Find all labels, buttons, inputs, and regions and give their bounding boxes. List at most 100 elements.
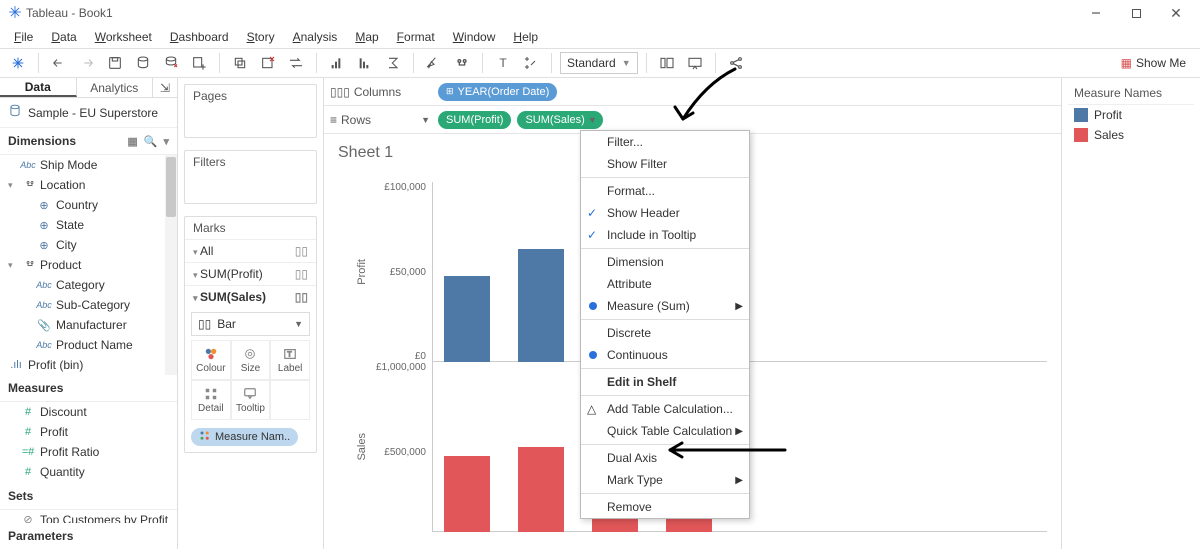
ctx-remove[interactable]: Remove xyxy=(581,496,749,518)
search-icon[interactable]: 🔍 xyxy=(144,135,158,148)
ctx-attribute[interactable]: Attribute xyxy=(581,273,749,295)
new-data-source-icon[interactable] xyxy=(131,51,155,75)
close-button[interactable]: ✕ xyxy=(1156,0,1196,26)
ctx-dual-axis[interactable]: Dual Axis xyxy=(581,447,749,469)
dim-city[interactable]: ⊕City xyxy=(0,235,177,255)
mark-type-dropdown[interactable]: ▯▯Bar▼ xyxy=(191,312,310,336)
new-worksheet-icon[interactable] xyxy=(187,51,211,75)
marks-sum-sales[interactable]: ▾ SUM(Sales)▯▯ xyxy=(185,285,316,308)
fix-axes-icon[interactable] xyxy=(519,51,543,75)
minimize-button[interactable] xyxy=(1076,0,1116,26)
dim-product[interactable]: ▾Product xyxy=(0,255,177,275)
tab-data[interactable]: Data xyxy=(0,78,77,97)
menu-format[interactable]: Format xyxy=(389,28,443,46)
legend-item-profit[interactable]: Profit xyxy=(1068,105,1194,125)
ctx-mark-type[interactable]: Mark Type▶ xyxy=(581,469,749,491)
tableau-logo-icon[interactable] xyxy=(6,51,30,75)
dim-manufacturer[interactable]: 📎Manufacturer xyxy=(0,315,177,335)
axis-profit-label[interactable]: Profit xyxy=(356,259,368,285)
tab-analytics[interactable]: Analytics xyxy=(77,78,154,97)
duplicate-icon[interactable] xyxy=(228,51,252,75)
menu-map[interactable]: Map xyxy=(347,28,386,46)
ctx-discrete[interactable]: Discrete xyxy=(581,322,749,344)
ctx-add-table-calc[interactable]: △Add Table Calculation... xyxy=(581,398,749,420)
pill-sum-profit[interactable]: SUM(Profit) xyxy=(438,111,511,129)
ctx-include-tooltip[interactable]: ✓Include in Tooltip xyxy=(581,224,749,246)
marks-size[interactable]: Size xyxy=(231,340,271,380)
undo-icon[interactable] xyxy=(47,51,71,75)
fit-dropdown[interactable]: Standard▼ xyxy=(560,52,638,74)
pill-measure-names[interactable]: Measure Nam.. xyxy=(191,428,298,446)
menu-icon[interactable]: ▾ xyxy=(163,135,169,148)
marks-detail[interactable]: Detail xyxy=(191,380,231,420)
legend-item-sales[interactable]: Sales xyxy=(1068,125,1194,145)
highlight-icon[interactable] xyxy=(422,51,446,75)
clear-sheet-icon[interactable] xyxy=(256,51,280,75)
toolbar: T Standard▼ ▦Show Me xyxy=(0,48,1200,78)
ctx-format[interactable]: Format... xyxy=(581,180,749,202)
ctx-quick-table-calc[interactable]: Quick Table Calculation▶ xyxy=(581,420,749,442)
pages-shelf[interactable]: Pages xyxy=(185,85,316,107)
menu-help[interactable]: Help xyxy=(505,28,546,46)
meas-profit-ratio[interactable]: =#Profit Ratio xyxy=(0,442,177,462)
marks-all[interactable]: ▾ All▯▯ xyxy=(185,239,316,262)
list-view-icon[interactable]: ▦ xyxy=(127,135,137,148)
show-me-button[interactable]: ▦Show Me xyxy=(1113,56,1194,70)
meas-discount[interactable]: #Discount xyxy=(0,402,177,422)
menu-story[interactable]: Story xyxy=(239,28,283,46)
axis-sales-label[interactable]: Sales xyxy=(356,433,368,461)
marks-label[interactable]: TLabel xyxy=(270,340,310,380)
dim-category[interactable]: AbcCategory xyxy=(0,275,177,295)
swap-icon[interactable] xyxy=(284,51,308,75)
ctx-measure-sum[interactable]: Measure (Sum)▶ xyxy=(581,295,749,317)
marks-tooltip[interactable]: Tooltip xyxy=(231,380,271,420)
menu-file[interactable]: File xyxy=(6,28,41,46)
ctx-dimension[interactable]: Dimension xyxy=(581,251,749,273)
datasource-row[interactable]: Sample - EU Superstore xyxy=(0,98,177,128)
show-mark-labels-icon[interactable]: T xyxy=(491,51,515,75)
group-icon[interactable] xyxy=(450,51,474,75)
dim-product-name[interactable]: AbcProduct Name xyxy=(0,335,177,355)
dim-location[interactable]: ▾Location xyxy=(0,175,177,195)
marks-colour[interactable]: Colour xyxy=(191,340,231,380)
ctx-filter[interactable]: Filter... xyxy=(581,131,749,153)
filters-shelf[interactable]: Filters xyxy=(185,151,316,173)
set-icon: ⊘ xyxy=(20,513,36,523)
dim-country[interactable]: ⊕Country xyxy=(0,195,177,215)
sort-asc-icon[interactable] xyxy=(325,51,349,75)
ctx-show-header[interactable]: ✓Show Header xyxy=(581,202,749,224)
meas-quantity[interactable]: #Quantity xyxy=(0,462,177,482)
ctx-show-filter[interactable]: Show Filter xyxy=(581,153,749,175)
tab-expand-icon[interactable]: ⇲ xyxy=(153,78,177,97)
marks-sum-profit[interactable]: ▾ SUM(Profit)▯▯ xyxy=(185,262,316,285)
columns-label: ▯▯▯Columns xyxy=(330,85,430,99)
ctx-edit-shelf[interactable]: Edit in Shelf xyxy=(581,371,749,393)
pause-auto-updates-icon[interactable] xyxy=(159,51,183,75)
dim-state[interactable]: ⊕State xyxy=(0,215,177,235)
ctx-continuous[interactable]: Continuous xyxy=(581,344,749,366)
pill-sum-sales[interactable]: SUM(Sales)▼ xyxy=(517,111,602,129)
dim-profit-bin[interactable]: .ılıProfit (bin) xyxy=(0,355,177,375)
totals-icon[interactable] xyxy=(381,51,405,75)
menu-analysis[interactable]: Analysis xyxy=(285,28,346,46)
dim-ship-mode[interactable]: AbcShip Mode xyxy=(0,155,177,175)
share-icon[interactable] xyxy=(724,51,748,75)
clip-icon: 📎 xyxy=(36,319,52,332)
dim-sub-category[interactable]: AbcSub-Category xyxy=(0,295,177,315)
pill-year-order-date[interactable]: ⊞YEAR(Order Date) xyxy=(438,83,557,101)
presentation-mode-icon[interactable] xyxy=(683,51,707,75)
menu-data[interactable]: Data xyxy=(43,28,84,46)
scrollbar[interactable] xyxy=(165,155,177,375)
menu-dashboard[interactable]: Dashboard xyxy=(162,28,237,46)
show-hide-cards-icon[interactable] xyxy=(655,51,679,75)
rows-icon: ≡ xyxy=(330,113,337,127)
redo-icon[interactable] xyxy=(75,51,99,75)
menu-window[interactable]: Window xyxy=(445,28,504,46)
save-icon[interactable] xyxy=(103,51,127,75)
meas-profit[interactable]: #Profit xyxy=(0,422,177,442)
sort-desc-icon[interactable] xyxy=(353,51,377,75)
maximize-button[interactable] xyxy=(1116,0,1156,26)
menu-worksheet[interactable]: Worksheet xyxy=(87,28,160,46)
set-top-customers[interactable]: ⊘Top Customers by Profit xyxy=(0,510,177,523)
rows-label: ≡Rows▼ xyxy=(330,113,430,127)
